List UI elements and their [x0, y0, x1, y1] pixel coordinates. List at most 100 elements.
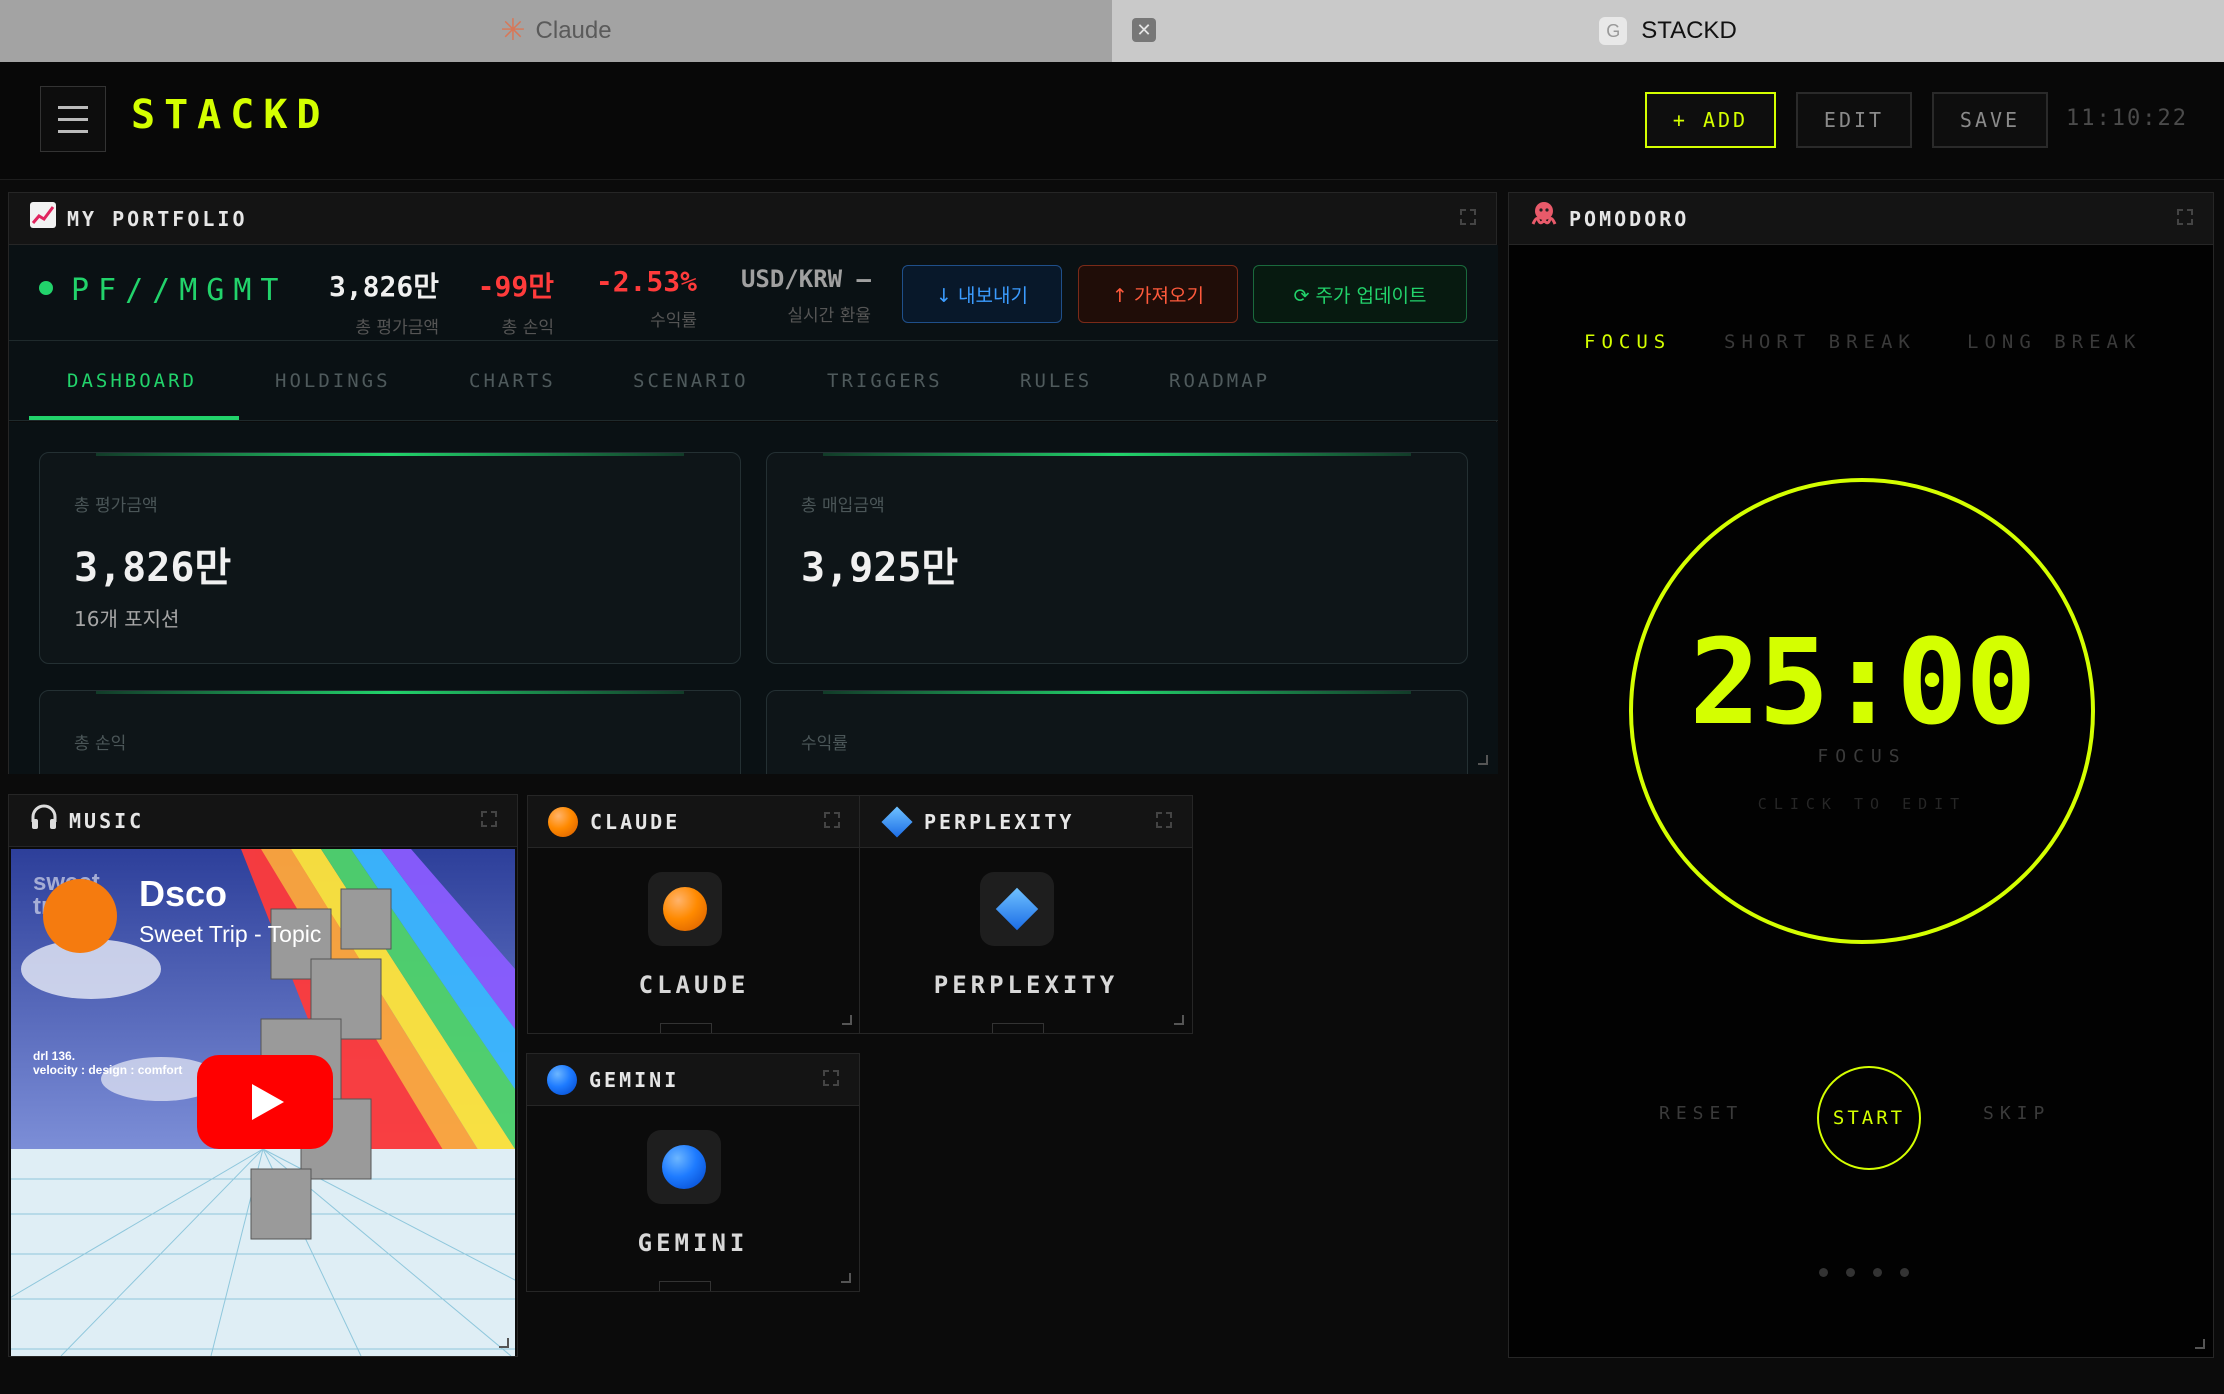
summary-card: 수익률: [766, 690, 1468, 774]
card-label: 총 평가금액: [74, 496, 158, 516]
clock: 11:10:22: [2066, 106, 2188, 131]
card-accent: [96, 453, 684, 456]
stat-label: 수익률: [650, 311, 697, 331]
browser-tab-claude[interactable]: ✳ Claude: [0, 0, 1112, 62]
card-label: 수익률: [801, 734, 848, 754]
timer-display[interactable]: 25:00: [1509, 613, 2215, 751]
timer-mode-label: FOCUS: [1817, 746, 1907, 767]
resize-handle[interactable]: [842, 1015, 852, 1025]
blue-diamond-icon: [881, 805, 913, 838]
add-button[interactable]: + ADD: [1645, 92, 1776, 148]
tab-holdings[interactable]: HOLDINGS: [275, 341, 391, 421]
claude-launch-button[interactable]: [648, 872, 722, 946]
mode-short-break[interactable]: SHORT BREAK: [1724, 331, 1916, 353]
tab-triggers[interactable]: TRIGGERS: [827, 341, 943, 421]
import-button[interactable]: ↑ 가져오기: [1078, 265, 1238, 323]
tab-rules[interactable]: RULES: [1020, 341, 1092, 421]
active-tab-indicator: [29, 416, 239, 420]
widget-title-bar[interactable]: POMODORO: [1509, 193, 2213, 245]
start-button[interactable]: START: [1817, 1066, 1921, 1170]
export-button[interactable]: ↓ 내보내기: [902, 265, 1062, 323]
resize-handle[interactable]: [2195, 1339, 2205, 1349]
close-tab-icon[interactable]: ✕: [1132, 18, 1156, 42]
reset-button[interactable]: RESET: [1659, 1103, 1743, 1124]
widget-title-bar[interactable]: MY PORTFOLIO: [9, 193, 1496, 245]
orange-orb-icon: [663, 887, 707, 931]
card-value: 3,925만: [801, 545, 959, 591]
stat-total-pnl: -99만 총 손익: [464, 265, 554, 338]
gemini-widget: GEMINI GEMINI: [526, 1053, 860, 1292]
stat-fx-rate: USD/KRW — 실시간 환율: [721, 265, 871, 326]
resize-handle[interactable]: [1174, 1015, 1184, 1025]
expand-icon[interactable]: [823, 1070, 839, 1086]
session-dot: [1846, 1268, 1855, 1277]
widget-title: CLAUDE: [590, 809, 681, 834]
skip-button[interactable]: SKIP: [1983, 1103, 2050, 1124]
stat-label: 실시간 환율: [787, 306, 871, 326]
resize-handle[interactable]: [841, 1273, 851, 1283]
stat-value: -2.53%: [595, 265, 697, 298]
summary-card: 총 손익: [39, 690, 741, 774]
mode-focus[interactable]: FOCUS: [1584, 331, 1671, 353]
edit-button[interactable]: EDIT: [1796, 92, 1912, 148]
widget-title-bar[interactable]: MUSIC: [9, 795, 517, 847]
browser-tab-bar: ✳ Claude ✕ G STACKD: [0, 0, 2224, 62]
portfolio-tabs: DASHBOARD HOLDINGS CHARTS SCENARIO TRIGG…: [9, 341, 1498, 421]
perplexity-widget: PERPLEXITY PERPLEXITY: [859, 795, 1193, 1034]
stat-value: 3,826만: [328, 270, 439, 303]
stat-value: USD/KRW —: [740, 265, 871, 293]
gemini-launch-button[interactable]: [647, 1130, 721, 1204]
hamburger-menu-button[interactable]: [40, 86, 106, 152]
widget-label[interactable]: GEMINI: [527, 1229, 859, 1257]
session-indicator: [1819, 1268, 1909, 1277]
widget-label[interactable]: CLAUDE: [528, 971, 860, 999]
tab-charts[interactable]: CHARTS: [469, 341, 556, 421]
channel-avatar[interactable]: [43, 879, 117, 953]
widget-title-bar[interactable]: PERPLEXITY: [860, 796, 1192, 848]
expand-icon[interactable]: [1156, 812, 1172, 828]
headphones-icon: [29, 802, 59, 839]
octopus-icon: [1529, 200, 1559, 237]
youtube-play-button[interactable]: [197, 1055, 333, 1149]
browser-tab-stackd[interactable]: ✕ G STACKD: [1112, 0, 2224, 62]
widget-title: GEMINI: [589, 1067, 680, 1092]
tab-roadmap[interactable]: ROADMAP: [1169, 341, 1270, 421]
caption-line: drl 136.: [33, 1049, 76, 1063]
widget-tab-handle: [992, 1023, 1044, 1033]
expand-icon[interactable]: [481, 811, 497, 827]
card-subtext: 16개 포지션: [74, 607, 180, 631]
pomodoro-widget: POMODORO FOCUS SHORT BREAK LONG BREAK 25…: [1508, 192, 2214, 1358]
resize-handle[interactable]: [1478, 755, 1488, 765]
widget-title: PERPLEXITY: [924, 809, 1075, 834]
widget-title-bar[interactable]: GEMINI: [527, 1054, 859, 1106]
session-dot: [1819, 1268, 1828, 1277]
card-accent: [823, 691, 1411, 694]
expand-icon[interactable]: [1460, 209, 1476, 225]
g-favicon-icon: G: [1599, 17, 1628, 45]
timer-hint: CLICK TO EDIT: [1757, 795, 1967, 813]
update-prices-button[interactable]: ⟳ 주가 업데이트: [1253, 265, 1467, 323]
widget-title-bar[interactable]: CLAUDE: [528, 796, 860, 848]
tab-scenario[interactable]: SCENARIO: [633, 341, 749, 421]
card-label: 총 손익: [74, 734, 127, 754]
expand-icon[interactable]: [824, 812, 840, 828]
perplexity-launch-button[interactable]: [980, 872, 1054, 946]
channel-name[interactable]: Sweet Trip - Topic: [139, 921, 321, 948]
card-value: 3,826만: [74, 545, 232, 591]
resize-handle[interactable]: [499, 1338, 509, 1348]
blue-orb-icon: [547, 1064, 577, 1095]
widget-label[interactable]: PERPLEXITY: [860, 971, 1192, 999]
music-widget: MUSIC Dsco Sweet Trip - Topic drl 136. v…: [8, 794, 518, 1357]
play-icon: [252, 1084, 284, 1120]
claude-widget: CLAUDE CLAUDE: [527, 795, 861, 1034]
card-label: 총 매입금액: [801, 496, 885, 516]
tab-dashboard[interactable]: DASHBOARD: [67, 341, 197, 421]
youtube-embed[interactable]: sweet trip Dsco Sweet Trip - Topic drl 1…: [11, 849, 515, 1356]
expand-icon[interactable]: [2177, 209, 2193, 225]
stat-value: -99만: [477, 270, 554, 303]
mode-long-break[interactable]: LONG BREAK: [1967, 331, 2141, 353]
video-title[interactable]: Dsco: [139, 873, 227, 915]
widget-title: POMODORO: [1569, 206, 1690, 231]
save-button[interactable]: SAVE: [1932, 92, 2048, 148]
app-header: STACKD + ADD EDIT SAVE 11:10:22: [0, 62, 2224, 180]
